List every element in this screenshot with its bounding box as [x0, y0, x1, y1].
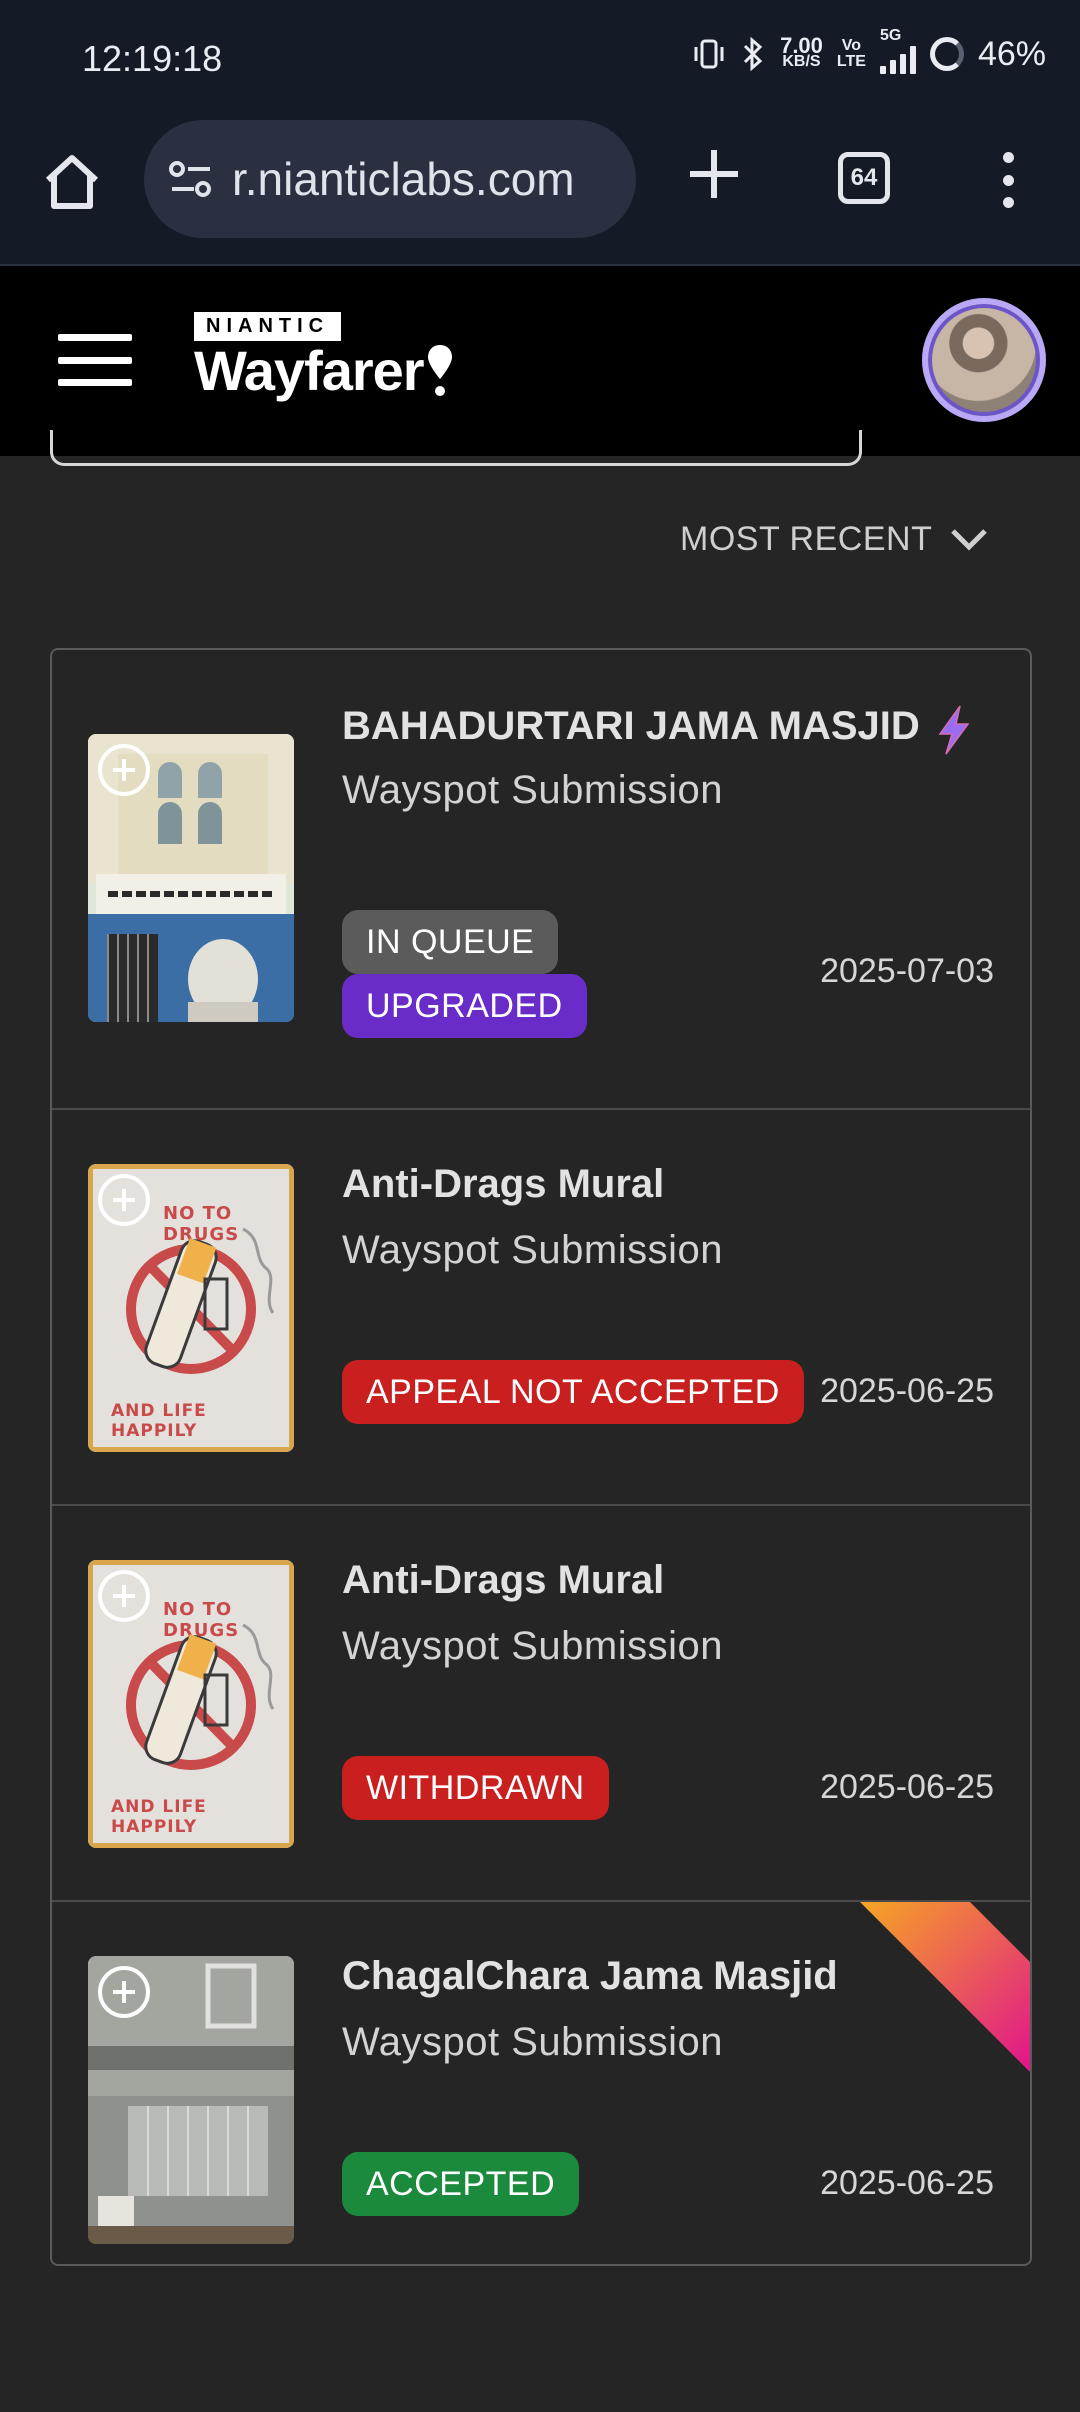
cell-signal-icon: 5G — [879, 28, 916, 74]
net-speed: 7.00 KB/S — [780, 33, 823, 70]
submission-title: BAHADURTARI JAMA MASJID — [342, 704, 920, 748]
submission-card[interactable]: BAHADURTARI JAMA MASJID Wayspot Submissi… — [52, 650, 1030, 1110]
status-badge-in-queue: IN QUEUE — [342, 910, 559, 974]
search-field-edge[interactable] — [50, 430, 862, 466]
brand-badge: NIANTIC — [194, 312, 342, 341]
bluetooth-icon — [744, 36, 763, 72]
status-badge-withdrawn: WITHDRAWN — [342, 1756, 609, 1820]
submissions-list: BAHADURTARI JAMA MASJID Wayspot Submissi… — [50, 648, 1032, 2266]
browser-menu-icon[interactable] — [998, 152, 1018, 208]
wayfarer-logo[interactable]: NIANTIC Wayfarer — [194, 312, 454, 399]
submission-type: Wayspot Submission — [342, 768, 723, 812]
battery-icon — [929, 37, 964, 71]
status-badge-upgraded: UPGRADED — [342, 974, 587, 1038]
tab-switcher-button[interactable]: 64 — [838, 152, 890, 204]
submission-date: 2025-06-25 — [820, 2164, 994, 2202]
chevron-down-icon — [951, 528, 988, 551]
status-badge-appeal-not-accepted: APPEAL NOT ACCEPTED — [342, 1360, 804, 1424]
sort-label: MOST RECENT — [680, 520, 933, 558]
mural-text-bottom: AND LIFE HAPPILY — [111, 1401, 207, 1441]
submission-date: 2025-07-03 — [820, 952, 994, 990]
submission-card[interactable]: NO TO DRUGS AND LIFE HAPPILY Anti-Drags … — [52, 1110, 1030, 1506]
vibrate-icon — [694, 39, 724, 69]
submission-thumbnail[interactable] — [88, 734, 294, 1022]
mural-text-bottom: AND LIFE HAPPILY — [111, 1797, 207, 1837]
status-icons: 7.00 KB/S Vo LTE 5G 46% — [692, 28, 1046, 74]
new-tab-icon[interactable] — [686, 146, 742, 202]
submission-title: Anti-Drags Mural — [342, 1162, 665, 1206]
location-pin-icon — [427, 345, 452, 396]
submission-date: 2025-06-25 — [820, 1372, 994, 1410]
submission-thumbnail[interactable]: NO TO DRUGS AND LIFE HAPPILY — [88, 1560, 294, 1848]
submission-title: Anti-Drags Mural — [342, 1558, 665, 1602]
browser-toolbar: r.nianticlabs.com 64 — [0, 120, 1080, 266]
brand-name: Wayfarer — [194, 339, 425, 402]
submission-thumbnail[interactable]: NO TO DRUGS AND LIFE HAPPILY — [88, 1164, 294, 1452]
submission-date: 2025-06-25 — [820, 1768, 994, 1806]
volte-indicator: Vo LTE — [836, 37, 866, 70]
add-icon[interactable] — [98, 1174, 150, 1226]
site-settings-icon[interactable] — [168, 159, 214, 199]
lightning-upgrade-icon — [938, 705, 970, 755]
add-icon[interactable] — [98, 1570, 150, 1622]
status-time: 12:19:18 — [82, 38, 223, 79]
status-badge-accepted: ACCEPTED — [342, 2152, 580, 2216]
add-icon[interactable] — [98, 1966, 150, 2018]
corner-ribbon — [860, 1902, 1030, 2072]
home-icon[interactable] — [40, 150, 104, 214]
submission-type: Wayspot Submission — [342, 1624, 723, 1668]
hamburger-menu-icon[interactable] — [58, 334, 132, 386]
app-header: NIANTIC Wayfarer — [0, 266, 1080, 456]
address-bar[interactable]: r.nianticlabs.com — [144, 120, 636, 238]
submission-title: ChagalChara Jama Masjid — [342, 1954, 838, 1998]
battery-level: 46% — [977, 34, 1046, 73]
sort-dropdown[interactable]: MOST RECENT — [680, 520, 988, 559]
submission-type: Wayspot Submission — [342, 1228, 723, 1272]
status-bar: 12:19:18 7.00 KB/S Vo LTE 5G 46% — [0, 0, 1080, 120]
avatar[interactable] — [922, 298, 1046, 422]
submission-card[interactable]: ChagalChara Jama Masjid Wayspot Submissi… — [52, 1902, 1030, 2264]
url-text: r.nianticlabs.com — [232, 153, 575, 205]
submission-type: Wayspot Submission — [342, 2020, 723, 2064]
add-icon[interactable] — [98, 744, 150, 796]
submission-card[interactable]: NO TO DRUGS AND LIFE HAPPILY Anti-Drags … — [52, 1506, 1030, 1902]
submission-thumbnail[interactable] — [88, 1956, 294, 2244]
